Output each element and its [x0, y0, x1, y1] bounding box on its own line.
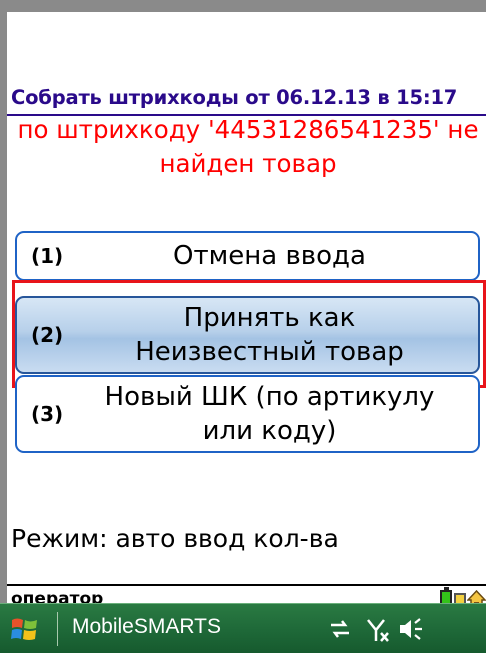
window-frame-left: [0, 0, 7, 603]
option-number: (3): [31, 402, 64, 426]
taskbar-separator: [57, 612, 58, 646]
option-label: Новый ШК (по артикулу или коду): [104, 382, 435, 446]
option-cancel-input-button[interactable]: (1) Отмена ввода: [15, 231, 480, 281]
error-message: по штрихкоду '44531286541235' не найден …: [17, 115, 479, 178]
option-number: (2): [31, 323, 64, 347]
option-new-barcode-button[interactable]: (3) Новый ШК (по артикулу или коду): [15, 375, 480, 453]
sync-arrows-icon[interactable]: [328, 619, 352, 639]
taskbar: MobileSMARTS: [0, 603, 486, 653]
volume-icon[interactable]: [398, 617, 424, 641]
signal-off-icon[interactable]: [366, 617, 390, 643]
option-label: Отмена ввода: [173, 241, 366, 271]
option-number: (1): [31, 244, 64, 268]
option-label: Принять как Неизвестный товар: [135, 303, 404, 367]
option-accept-unknown-button[interactable]: (2) Принять как Неизвестный товар: [15, 296, 480, 374]
window-frame-top: [0, 0, 486, 12]
app-title: MobileSMARTS: [72, 615, 221, 638]
screen: Собрать штрихкоды от 06.12.13 в 15:17 по…: [7, 12, 486, 610]
mode-status: Режим: авто ввод кол-ва: [11, 524, 339, 553]
windows-start-icon[interactable]: [10, 615, 39, 644]
status-divider: [7, 584, 486, 586]
page-title: Собрать штрихкоды от 06.12.13 в 15:17: [11, 86, 458, 109]
